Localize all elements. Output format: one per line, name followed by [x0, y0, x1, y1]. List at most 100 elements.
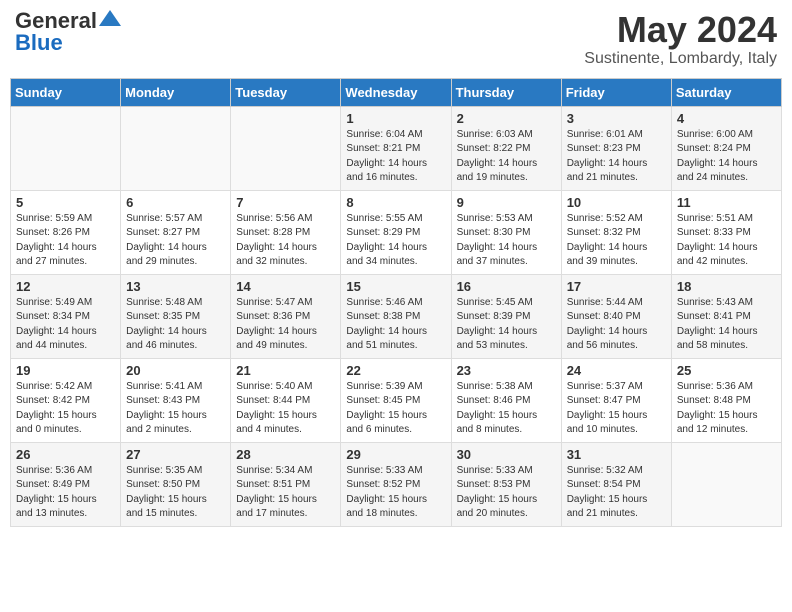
day-header-sunday: Sunday [11, 78, 121, 106]
calendar-cell: 17 Sunrise: 5:44 AM Sunset: 8:40 PM Dayli… [561, 274, 671, 358]
week-row-3: 12 Sunrise: 5:49 AM Sunset: 8:34 PM Dayli… [11, 274, 782, 358]
calendar-cell: 31Sunrise: 5:32 AM Sunset: 8:54 PM Dayli… [561, 442, 671, 526]
day-number: 22 [346, 363, 445, 378]
day-number: 5 [16, 195, 115, 210]
day-number: 20 [126, 363, 225, 378]
day-info: Sunrise: 5:44 AM Sunset: 8:40 PM Dayligh… [567, 296, 666, 354]
day-header-friday: Friday [561, 78, 671, 106]
calendar-cell: 18Sunrise: 5:43 AM Sunset: 8:41 PM Dayli… [671, 274, 781, 358]
day-info: Sunrise: 5:38 AM Sunset: 8:46 PM Dayligh… [457, 380, 556, 438]
day-info: Sunrise: 5:51 AM Sunset: 8:33 PM Dayligh… [677, 212, 776, 270]
day-info: Sunrise: 5:56 AM Sunset: 8:28 PM Dayligh… [236, 212, 335, 270]
day-info: Sunrise: 6:04 AM Sunset: 8:21 PM Dayligh… [346, 128, 445, 186]
day-number: 18 [677, 279, 776, 294]
day-number: 3 [567, 111, 666, 126]
day-info: Sunrise: 6:03 AM Sunset: 8:22 PM Dayligh… [457, 128, 556, 186]
day-number: 29 [346, 447, 445, 462]
calendar-cell: 20 Sunrise: 5:41 AM Sunset: 8:43 PM Dayli… [121, 358, 231, 442]
calendar-cell: 5Sunrise: 5:59 AM Sunset: 8:26 PM Daylig… [11, 190, 121, 274]
title-area: May 2024 Sustinente, Lombardy, Italy [584, 10, 777, 68]
day-info: Sunrise: 5:37 AM Sunset: 8:47 PM Dayligh… [567, 380, 666, 438]
days-header-row: SundayMondayTuesdayWednesdayThursdayFrid… [11, 78, 782, 106]
calendar-cell: 7 Sunrise: 5:56 AM Sunset: 8:28 PM Daylig… [231, 190, 341, 274]
month-title: May 2024 [584, 10, 777, 50]
day-info: Sunrise: 5:47 AM Sunset: 8:36 PM Dayligh… [236, 296, 335, 354]
calendar-cell: 25 Sunrise: 5:36 AM Sunset: 8:48 PM Dayli… [671, 358, 781, 442]
day-info: Sunrise: 5:36 AM Sunset: 8:49 PM Dayligh… [16, 464, 115, 522]
calendar-cell: 28 Sunrise: 5:34 AM Sunset: 8:51 PM Dayli… [231, 442, 341, 526]
calendar-cell [121, 106, 231, 190]
day-info: Sunrise: 5:41 AM Sunset: 8:43 PM Dayligh… [126, 380, 225, 438]
calendar-cell: 13Sunrise: 5:48 AM Sunset: 8:35 PM Dayli… [121, 274, 231, 358]
calendar-cell [11, 106, 121, 190]
logo: General Blue [15, 10, 121, 54]
day-number: 26 [16, 447, 115, 462]
day-number: 14 [236, 279, 335, 294]
calendar-cell: 23 Sunrise: 5:38 AM Sunset: 8:46 PM Dayli… [451, 358, 561, 442]
calendar-cell: 4 Sunrise: 6:00 AM Sunset: 8:24 PM Daylig… [671, 106, 781, 190]
calendar-cell: 8Sunrise: 5:55 AM Sunset: 8:29 PM Daylig… [341, 190, 451, 274]
day-number: 30 [457, 447, 556, 462]
calendar-cell: 11 Sunrise: 5:51 AM Sunset: 8:33 PM Dayli… [671, 190, 781, 274]
day-number: 23 [457, 363, 556, 378]
day-info: Sunrise: 6:00 AM Sunset: 8:24 PM Dayligh… [677, 128, 776, 186]
day-number: 8 [346, 195, 445, 210]
day-number: 15 [346, 279, 445, 294]
logo-blue: Blue [15, 32, 63, 54]
day-number: 12 [16, 279, 115, 294]
week-row-4: 19 Sunrise: 5:42 AM Sunset: 8:42 PM Dayli… [11, 358, 782, 442]
day-header-wednesday: Wednesday [341, 78, 451, 106]
day-number: 28 [236, 447, 335, 462]
logo-general: General [15, 10, 97, 32]
day-number: 11 [677, 195, 776, 210]
day-info: Sunrise: 5:42 AM Sunset: 8:42 PM Dayligh… [16, 380, 115, 438]
calendar-cell: 1 Sunrise: 6:04 AM Sunset: 8:21 PM Daylig… [341, 106, 451, 190]
day-number: 1 [346, 111, 445, 126]
calendar-table: SundayMondayTuesdayWednesdayThursdayFrid… [10, 78, 782, 527]
week-row-5: 26 Sunrise: 5:36 AM Sunset: 8:49 PM Dayli… [11, 442, 782, 526]
day-info: Sunrise: 5:57 AM Sunset: 8:27 PM Dayligh… [126, 212, 225, 270]
day-info: Sunrise: 5:53 AM Sunset: 8:30 PM Dayligh… [457, 212, 556, 270]
day-info: Sunrise: 6:01 AM Sunset: 8:23 PM Dayligh… [567, 128, 666, 186]
calendar-cell: 24 Sunrise: 5:37 AM Sunset: 8:47 PM Dayli… [561, 358, 671, 442]
location-title: Sustinente, Lombardy, Italy [584, 50, 777, 68]
day-info: Sunrise: 5:34 AM Sunset: 8:51 PM Dayligh… [236, 464, 335, 522]
calendar-cell: 6 Sunrise: 5:57 AM Sunset: 8:27 PM Daylig… [121, 190, 231, 274]
day-number: 24 [567, 363, 666, 378]
calendar-cell: 14 Sunrise: 5:47 AM Sunset: 8:36 PM Dayli… [231, 274, 341, 358]
calendar-cell: 22 Sunrise: 5:39 AM Sunset: 8:45 PM Dayli… [341, 358, 451, 442]
calendar-cell: 16Sunrise: 5:45 AM Sunset: 8:39 PM Dayli… [451, 274, 561, 358]
day-info: Sunrise: 5:48 AM Sunset: 8:35 PM Dayligh… [126, 296, 225, 354]
calendar-cell: 26 Sunrise: 5:36 AM Sunset: 8:49 PM Dayli… [11, 442, 121, 526]
calendar-cell: 21Sunrise: 5:40 AM Sunset: 8:44 PM Dayli… [231, 358, 341, 442]
day-info: Sunrise: 5:40 AM Sunset: 8:44 PM Dayligh… [236, 380, 335, 438]
day-header-monday: Monday [121, 78, 231, 106]
day-number: 6 [126, 195, 225, 210]
day-number: 16 [457, 279, 556, 294]
day-number: 27 [126, 447, 225, 462]
day-info: Sunrise: 5:36 AM Sunset: 8:48 PM Dayligh… [677, 380, 776, 438]
day-info: Sunrise: 5:49 AM Sunset: 8:34 PM Dayligh… [16, 296, 115, 354]
day-number: 19 [16, 363, 115, 378]
day-header-tuesday: Tuesday [231, 78, 341, 106]
day-header-thursday: Thursday [451, 78, 561, 106]
day-number: 9 [457, 195, 556, 210]
calendar-cell: 19 Sunrise: 5:42 AM Sunset: 8:42 PM Dayli… [11, 358, 121, 442]
calendar-cell [671, 442, 781, 526]
calendar-cell: 12 Sunrise: 5:49 AM Sunset: 8:34 PM Dayli… [11, 274, 121, 358]
week-row-1: 1 Sunrise: 6:04 AM Sunset: 8:21 PM Daylig… [11, 106, 782, 190]
day-number: 7 [236, 195, 335, 210]
header: General Blue May 2024 Sustinente, Lombar… [10, 10, 782, 68]
day-info: Sunrise: 5:33 AM Sunset: 8:52 PM Dayligh… [346, 464, 445, 522]
calendar-cell [231, 106, 341, 190]
calendar-cell: 2Sunrise: 6:03 AM Sunset: 8:22 PM Daylig… [451, 106, 561, 190]
calendar-cell: 30Sunrise: 5:33 AM Sunset: 8:53 PM Dayli… [451, 442, 561, 526]
day-info: Sunrise: 5:35 AM Sunset: 8:50 PM Dayligh… [126, 464, 225, 522]
day-number: 31 [567, 447, 666, 462]
day-info: Sunrise: 5:39 AM Sunset: 8:45 PM Dayligh… [346, 380, 445, 438]
day-number: 17 [567, 279, 666, 294]
day-number: 4 [677, 111, 776, 126]
calendar-cell: 9 Sunrise: 5:53 AM Sunset: 8:30 PM Daylig… [451, 190, 561, 274]
day-number: 25 [677, 363, 776, 378]
week-row-2: 5Sunrise: 5:59 AM Sunset: 8:26 PM Daylig… [11, 190, 782, 274]
